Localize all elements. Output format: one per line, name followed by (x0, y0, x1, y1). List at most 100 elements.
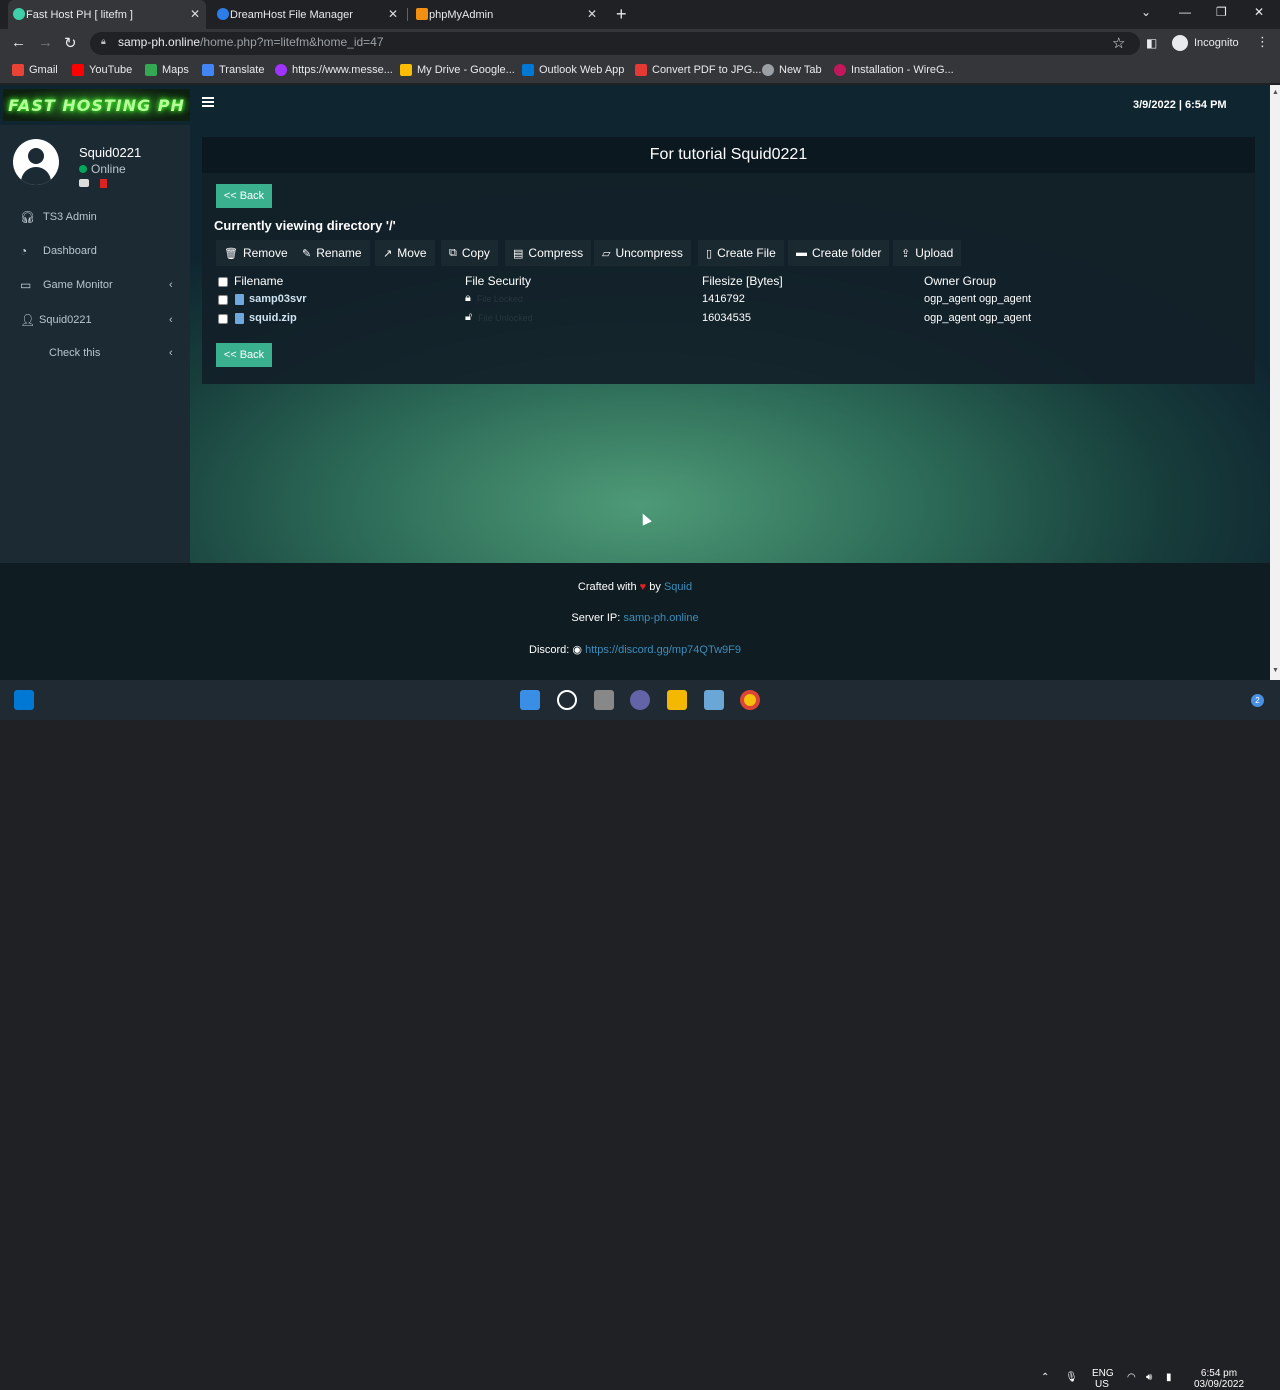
move-button[interactable]: ↗ Move (375, 240, 435, 266)
file-link[interactable]: samp03svr (235, 293, 307, 305)
clock[interactable]: 6:54 pm 03/09/2022 (1190, 1368, 1248, 1390)
tab-fast-host[interactable]: Fast Host PH [ litefm ] ✕ (8, 0, 206, 29)
compress-button[interactable]: ▤ Compress (505, 240, 592, 266)
row-checkbox[interactable] (218, 295, 228, 305)
bookmark-outlook[interactable]: Outlook Web App (522, 64, 624, 76)
bookmark-wireguard[interactable]: Installation - WireG... (834, 64, 954, 76)
sidebar-item-check-this[interactable]: Check this ‹ (0, 343, 190, 363)
bookmark-translate[interactable]: Translate (202, 64, 264, 76)
hamburger-menu-icon[interactable] (202, 97, 214, 109)
sidebar-item-game-monitor[interactable]: ▭ Game Monitor ‹ (0, 275, 190, 295)
user-avatar-icon (13, 139, 59, 185)
folder-open-icon: ▱ (602, 247, 611, 260)
discord-label: Discord: (529, 644, 570, 656)
tab-divider (407, 8, 408, 21)
chrome-icon[interactable] (740, 690, 760, 710)
microphone-icon[interactable]: 🎙︎ (1065, 1372, 1078, 1383)
create-file-button[interactable]: ▯ Create File (698, 240, 784, 266)
task-view-icon[interactable] (594, 690, 614, 710)
bookmark-star-icon[interactable]: ☆ (1112, 34, 1125, 52)
bookmark-drive[interactable]: My Drive - Google... (400, 64, 515, 76)
incognito-label: Incognito (1194, 37, 1239, 49)
sidebar-item-ts3-admin[interactable]: 🎧︎ TS3 Admin (0, 207, 190, 227)
rename-button[interactable]: ✎ Rename (294, 240, 370, 266)
move-icon: ↗ (383, 247, 393, 260)
notification-badge[interactable]: 2 (1251, 694, 1264, 707)
drive-icon (400, 64, 412, 76)
bookmark-convert-pdf[interactable]: Convert PDF to JPG... (635, 64, 761, 76)
minimize-icon[interactable]: — (1179, 5, 1191, 19)
bookmark-messenger[interactable]: https://www.messe... (275, 64, 393, 76)
select-all-checkbox[interactable] (218, 277, 228, 287)
incognito-indicator[interactable]: Incognito (1172, 35, 1239, 51)
copy-icon: ⧉ (449, 246, 457, 259)
bookmark-maps[interactable]: Maps (145, 64, 189, 76)
scroll-down-icon[interactable]: ▼ (1272, 667, 1279, 674)
widgets-icon[interactable] (14, 690, 34, 710)
chevron-left-icon: ‹ (169, 314, 173, 326)
row-checkbox[interactable] (218, 314, 228, 324)
file-link[interactable]: squid.zip (235, 312, 297, 324)
file-size: 16034535 (702, 312, 751, 324)
bookmark-label: Outlook Web App (539, 64, 625, 76)
scroll-up-icon[interactable]: ▲ (1272, 89, 1279, 96)
side-panel-icon[interactable]: ◧ (1146, 36, 1157, 50)
remove-button[interactable]: 🗑︎ Remove (216, 240, 296, 266)
file-explorer-icon[interactable] (667, 690, 687, 710)
sidebar-item-label: Dashboard (43, 245, 97, 257)
chat-icon[interactable] (630, 690, 650, 710)
wifi-icon[interactable]: ◠ (1127, 1372, 1136, 1383)
photos-icon[interactable] (704, 690, 724, 710)
laptop-icon: ▭ (20, 278, 32, 292)
bookmark-youtube[interactable]: YouTube (72, 64, 132, 76)
bookmark-gmail[interactable]: Gmail (12, 64, 58, 76)
file-icon (235, 312, 244, 324)
menu-dots-icon[interactable]: ⋮ (1256, 34, 1269, 50)
start-icon[interactable] (520, 690, 540, 710)
edit-icon: ✎ (302, 247, 312, 260)
sidebar-item-user[interactable]: 👤︎ Squid0221 ‹ (0, 310, 190, 330)
column-filename[interactable]: Filename (234, 274, 283, 288)
restore-icon[interactable]: ❐ (1216, 5, 1227, 19)
forward-arrow-icon[interactable]: → (38, 34, 53, 51)
url-text[interactable]: samp-ph.online/home.php?m=litefm&home_id… (118, 35, 384, 49)
button-label: Remove (242, 246, 288, 260)
battery-icon[interactable]: ▮ (1166, 1372, 1172, 1383)
close-window-icon[interactable]: ✕ (1254, 5, 1264, 19)
sidebar-item-dashboard[interactable]: ◔ Dashboard (0, 241, 190, 261)
upload-button[interactable]: ⇪ Upload (893, 240, 962, 266)
tab-phpmyadmin[interactable]: phpMyAdmin ✕ (411, 0, 603, 29)
close-tab-icon[interactable]: ✕ (388, 7, 398, 21)
page-scrollbar[interactable]: ▲ ▼ (1270, 85, 1280, 680)
create-folder-button[interactable]: ▬ Create folder (788, 240, 890, 266)
server-ip-link[interactable]: samp-ph.online (623, 612, 698, 624)
reload-icon[interactable]: ↻ (64, 34, 77, 52)
speaker-icon[interactable]: 🔊︎ (1146, 1372, 1152, 1383)
copy-button[interactable]: ⧉ Copy (441, 240, 498, 266)
delete-avatar-icon[interactable] (100, 179, 107, 188)
discord-link[interactable]: https://discord.gg/mp74QTw9F9 (585, 644, 741, 656)
camera-icon[interactable] (79, 179, 89, 187)
close-tab-icon[interactable]: ✕ (190, 7, 200, 21)
close-tab-icon[interactable]: ✕ (587, 7, 597, 21)
search-icon[interactable] (557, 690, 577, 710)
tab-dreamhost[interactable]: DreamHost File Manager ✕ (212, 0, 404, 29)
site-logo[interactable]: FAST HOSTING PH (3, 89, 190, 121)
bookmark-label: Gmail (29, 64, 58, 76)
tray-chevron-icon[interactable]: ⌃ (1041, 1372, 1049, 1383)
back-button-top[interactable]: << Back (216, 184, 272, 208)
file-icon (235, 293, 244, 305)
back-button-bottom[interactable]: << Back (216, 343, 272, 367)
author-link[interactable]: Squid (664, 581, 692, 593)
uncompress-button[interactable]: ▱ Uncompress (594, 240, 691, 266)
file-icon: ▯ (706, 247, 713, 260)
back-arrow-icon[interactable]: ← (11, 34, 26, 51)
outlook-icon (522, 64, 534, 76)
clock-time: 6:54 pm (1200, 1368, 1238, 1379)
language-indicator[interactable]: ENG US (1092, 1368, 1114, 1390)
bookmark-new-tab[interactable]: New Tab (762, 64, 822, 76)
wireguard-icon (834, 64, 846, 76)
column-filesize: Filesize [Bytes] (702, 274, 783, 288)
new-tab-icon[interactable]: + (616, 4, 627, 25)
tab-search-chevron-icon[interactable]: ⌄ (1141, 5, 1151, 19)
